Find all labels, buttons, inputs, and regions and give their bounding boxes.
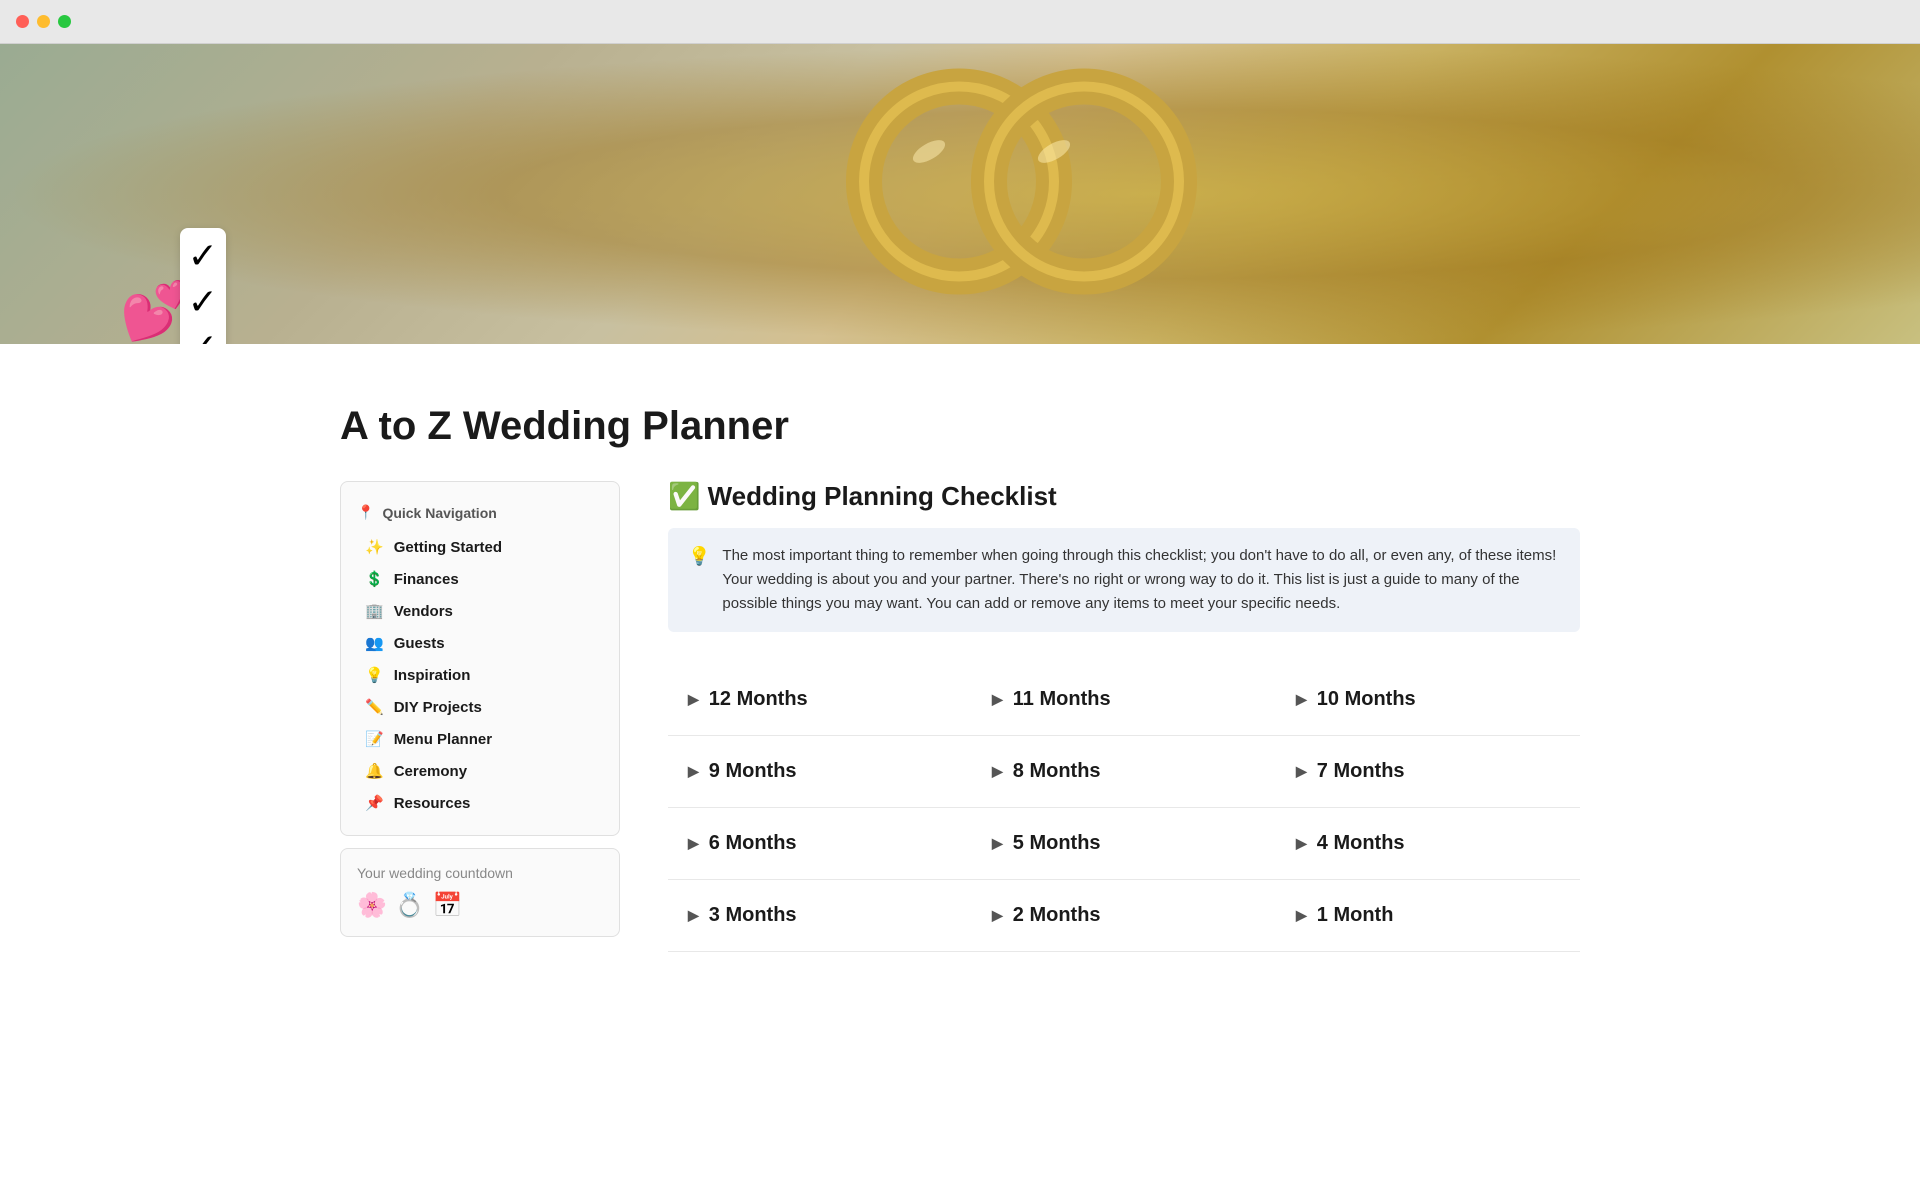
expand-icon: ▶ — [1296, 907, 1307, 924]
expand-icon: ▶ — [992, 835, 1003, 852]
checklist-item-1-month[interactable]: ▶ 1 Month — [1276, 880, 1580, 952]
countdown-icon-2: 💍 — [395, 891, 425, 920]
sidebar-item-ceremony[interactable]: 🔔 Ceremony — [341, 755, 619, 787]
info-box: 💡 The most important thing to remember w… — [668, 528, 1580, 632]
sidebar: 📍 Quick Navigation ✨ Getting Started 💲 F… — [340, 481, 620, 937]
hero-banner: 💕 ✓ ✓ ✓ — [0, 44, 1920, 344]
checklist-grid: ▶ 12 Months ▶ 11 Months ▶ 10 Months — [668, 664, 1580, 952]
expand-icon: ▶ — [688, 691, 699, 708]
sidebar-nav: 📍 Quick Navigation ✨ Getting Started 💲 F… — [340, 481, 620, 836]
page-title: A to Z Wedding Planner — [340, 344, 1580, 481]
sidebar-item-getting-started[interactable]: ✨ Getting Started — [341, 531, 619, 563]
diy-icon: ✏️ — [365, 698, 384, 716]
expand-icon: ▶ — [688, 763, 699, 780]
countdown-icons: 🌸 💍 📅 — [357, 891, 603, 920]
expand-icon: ▶ — [1296, 763, 1307, 780]
checklist-item-6-months[interactable]: ▶ 6 Months — [668, 808, 972, 880]
sidebar-nav-title: 📍 Quick Navigation — [341, 498, 619, 531]
expand-icon: ▶ — [992, 763, 1003, 780]
checklist-item-7-months[interactable]: ▶ 7 Months — [1276, 736, 1580, 808]
close-button[interactable] — [16, 15, 29, 28]
sidebar-item-inspiration[interactable]: 💡 Inspiration — [341, 659, 619, 691]
checklist-item-10-months[interactable]: ▶ 10 Months — [1276, 664, 1580, 736]
finances-icon: 💲 — [365, 570, 384, 588]
checklist-item-11-months[interactable]: ▶ 11 Months — [972, 664, 1276, 736]
getting-started-icon: ✨ — [365, 538, 384, 556]
main-content-area: ✅ Wedding Planning Checklist 💡 The most … — [668, 481, 1580, 952]
sidebar-countdown: Your wedding countdown 🌸 💍 📅 — [340, 848, 620, 937]
info-icon: 💡 — [688, 546, 710, 567]
checklist-item-5-months[interactable]: ▶ 5 Months — [972, 808, 1276, 880]
vendors-icon: 🏢 — [365, 602, 384, 620]
menu-icon: 📝 — [365, 730, 384, 748]
sidebar-item-resources[interactable]: 📌 Resources — [341, 787, 619, 819]
sidebar-item-diy-projects[interactable]: ✏️ DIY Projects — [341, 691, 619, 723]
checklist-item-9-months[interactable]: ▶ 9 Months — [668, 736, 972, 808]
countdown-title: Your wedding countdown — [357, 865, 603, 881]
expand-icon: ▶ — [688, 907, 699, 924]
expand-icon: ▶ — [992, 691, 1003, 708]
countdown-icon-3: 📅 — [433, 891, 463, 920]
expand-icon: ▶ — [1296, 835, 1307, 852]
section-title: ✅ Wedding Planning Checklist — [668, 481, 1580, 512]
navigation-icon: 📍 — [357, 504, 374, 521]
page-icon: 💕 ✓ ✓ ✓ — [120, 248, 226, 344]
expand-icon: ▶ — [688, 835, 699, 852]
main-layout: 📍 Quick Navigation ✨ Getting Started 💲 F… — [340, 481, 1580, 952]
browser-chrome — [0, 0, 1920, 44]
expand-icon: ▶ — [992, 907, 1003, 924]
sidebar-item-finances[interactable]: 💲 Finances — [341, 563, 619, 595]
sidebar-item-menu-planner[interactable]: 📝 Menu Planner — [341, 723, 619, 755]
resources-icon: 📌 — [365, 794, 384, 812]
expand-icon: ▶ — [1296, 691, 1307, 708]
sidebar-item-guests[interactable]: 👥 Guests — [341, 627, 619, 659]
page-content: A to Z Wedding Planner 📍 Quick Navigatio… — [260, 344, 1660, 992]
minimize-button[interactable] — [37, 15, 50, 28]
guests-icon: 👥 — [365, 634, 384, 652]
inspiration-icon: 💡 — [365, 666, 384, 684]
checklist-item-3-months[interactable]: ▶ 3 Months — [668, 880, 972, 952]
wedding-rings-illustration — [804, 57, 1324, 307]
checklist-item-8-months[interactable]: ▶ 8 Months — [972, 736, 1276, 808]
checklist-item-12-months[interactable]: ▶ 12 Months — [668, 664, 972, 736]
info-text: The most important thing to remember whe… — [722, 544, 1560, 616]
ceremony-icon: 🔔 — [365, 762, 384, 780]
countdown-icon-1: 🌸 — [357, 891, 387, 920]
maximize-button[interactable] — [58, 15, 71, 28]
checklist-item-4-months[interactable]: ▶ 4 Months — [1276, 808, 1580, 880]
sidebar-item-vendors[interactable]: 🏢 Vendors — [341, 595, 619, 627]
checklist-item-2-months[interactable]: ▶ 2 Months — [972, 880, 1276, 952]
